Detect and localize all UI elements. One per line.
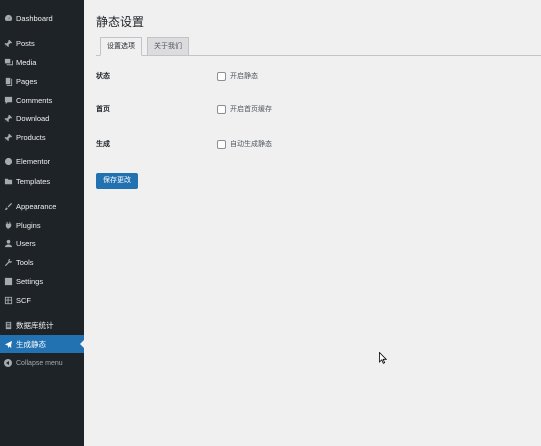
sidebar-item-products[interactable]: Products: [0, 128, 84, 146]
collapse-icon: [1, 359, 15, 367]
sidebar-item-download[interactable]: Download: [0, 109, 84, 127]
elementor-icon: [1, 157, 15, 166]
pin-icon: [1, 39, 15, 48]
setting-row-generate: 生成 自动生成静态: [96, 139, 536, 151]
page-title: 静态设置: [96, 15, 145, 29]
tab-bar: 设置选项 关于我们: [96, 37, 541, 56]
sidebar-item-database-stats[interactable]: 数据库统计: [0, 316, 84, 334]
sidebar-item-label: SCF: [16, 295, 31, 305]
sidebar-item-elementor[interactable]: Elementor: [0, 152, 84, 170]
sidebar-item-posts[interactable]: Posts: [0, 34, 84, 52]
sidebar-item-label: Settings: [16, 276, 44, 286]
mouse-cursor-icon: [379, 352, 387, 364]
sidebar-item-label: Elementor: [16, 156, 51, 166]
sidebar-item-label: Download: [16, 113, 50, 123]
sidebar-item-generate-static[interactable]: 生成静态: [0, 335, 84, 353]
sidebar-item-label: Products: [16, 132, 46, 142]
sidebar-item-label: Plugins: [16, 220, 41, 230]
sidebar-item-label: 数据库统计: [16, 320, 54, 330]
setting-label: 生成: [96, 141, 110, 148]
collapse-menu-button[interactable]: Collapse menu: [0, 354, 84, 372]
media-icon: [1, 58, 15, 67]
main-content: 静态设置 设置选项 关于我们 状态 开启静态 首页 开启首页缓存 生成 自动生成…: [84, 0, 541, 446]
sidebar-item-dashboard[interactable]: Dashboard: [0, 9, 84, 27]
plug-icon: [1, 221, 15, 230]
pin-icon: [1, 133, 15, 142]
tab-settings-options[interactable]: 设置选项: [100, 37, 142, 56]
pages-icon: [1, 77, 15, 86]
dashboard-icon: [1, 14, 15, 23]
checkbox-label[interactable]: 开启首页缓存: [230, 104, 272, 116]
wrench-icon: [1, 258, 15, 267]
sidebar-item-settings[interactable]: Settings: [0, 272, 84, 290]
sidebar-item-pages[interactable]: Pages: [0, 72, 84, 90]
brush-icon: [1, 202, 15, 211]
sidebar-item-users[interactable]: Users: [0, 234, 84, 252]
sidebar-item-label: Collapse menu: [16, 359, 63, 367]
database-icon: [1, 321, 15, 330]
setting-row-homepage: 首页 开启首页缓存: [96, 104, 536, 116]
pin-icon: [1, 114, 15, 123]
sidebar-item-label: Appearance: [16, 201, 57, 211]
sidebar-item-label: Posts: [16, 38, 35, 48]
sidebar-item-label: Pages: [16, 76, 38, 86]
checkbox-label[interactable]: 自动生成静态: [230, 139, 272, 151]
sidebar-item-scf[interactable]: SCF: [0, 291, 84, 309]
user-icon: [1, 239, 15, 248]
folder-icon: [1, 177, 15, 186]
sidebar-item-media[interactable]: Media: [0, 53, 84, 71]
setting-label: 首页: [96, 106, 110, 113]
comment-icon: [1, 96, 15, 105]
checkbox-label[interactable]: 开启静态: [230, 71, 258, 83]
sidebar-item-label: 生成静态: [16, 339, 46, 349]
sidebar-item-label: Tools: [16, 257, 34, 267]
enable-homepage-cache-checkbox[interactable]: [217, 105, 226, 114]
auto-generate-static-checkbox[interactable]: [217, 140, 226, 149]
admin-sidebar: Dashboard Posts Media Pages Comments Dow…: [0, 0, 84, 446]
sidebar-item-label: Dashboard: [16, 13, 53, 23]
sidebar-item-comments[interactable]: Comments: [0, 91, 84, 109]
sidebar-item-label: Templates: [16, 176, 51, 186]
enable-static-checkbox[interactable]: [217, 72, 226, 81]
save-changes-button[interactable]: 保存更改: [96, 173, 138, 189]
sidebar-item-plugins[interactable]: Plugins: [0, 216, 84, 234]
setting-label: 状态: [96, 73, 110, 80]
settings-icon: [1, 277, 15, 286]
grid-icon: [1, 296, 15, 305]
plane-icon: [1, 340, 15, 349]
tab-about-us[interactable]: 关于我们: [147, 37, 189, 56]
sidebar-item-templates[interactable]: Templates: [0, 172, 84, 190]
sidebar-item-label: Comments: [16, 95, 53, 105]
sidebar-item-label: Media: [16, 57, 37, 67]
sidebar-item-appearance[interactable]: Appearance: [0, 197, 84, 215]
sidebar-item-label: Users: [16, 238, 36, 248]
setting-row-status: 状态 开启静态: [96, 71, 536, 83]
sidebar-item-tools[interactable]: Tools: [0, 253, 84, 271]
